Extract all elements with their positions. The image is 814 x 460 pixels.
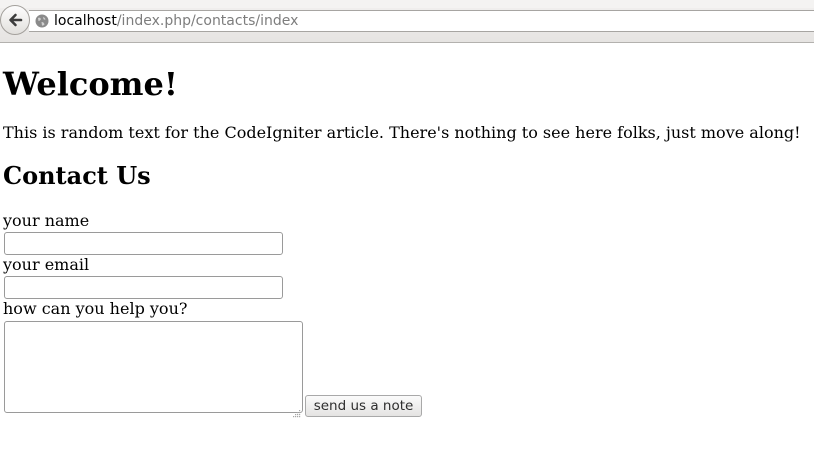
name-label: your name xyxy=(3,211,90,230)
message-label: how can you help you? xyxy=(3,299,188,318)
back-button[interactable] xyxy=(0,5,30,35)
toolbar-top-strip xyxy=(0,0,814,8)
contact-heading: Contact Us xyxy=(3,161,151,190)
back-arrow-icon xyxy=(9,13,23,27)
url-path: /index.php/contacts/index xyxy=(116,13,299,29)
message-textarea[interactable] xyxy=(4,321,303,413)
page-title: Welcome! xyxy=(3,65,178,103)
url-text: localhost/index.php/contacts/index xyxy=(54,11,298,31)
email-input[interactable] xyxy=(4,276,283,299)
resize-grip-icon[interactable] xyxy=(293,403,301,422)
browser-toolbar: localhost/index.php/contacts/index xyxy=(0,0,814,43)
name-input[interactable] xyxy=(4,232,283,255)
address-bar[interactable]: localhost/index.php/contacts/index xyxy=(29,10,814,32)
globe-icon xyxy=(35,14,49,34)
email-label: your email xyxy=(3,255,90,274)
url-host: localhost xyxy=(54,13,117,29)
send-note-button[interactable]: send us a note xyxy=(305,395,422,417)
intro-text: This is random text for the CodeIgniter … xyxy=(3,123,801,142)
